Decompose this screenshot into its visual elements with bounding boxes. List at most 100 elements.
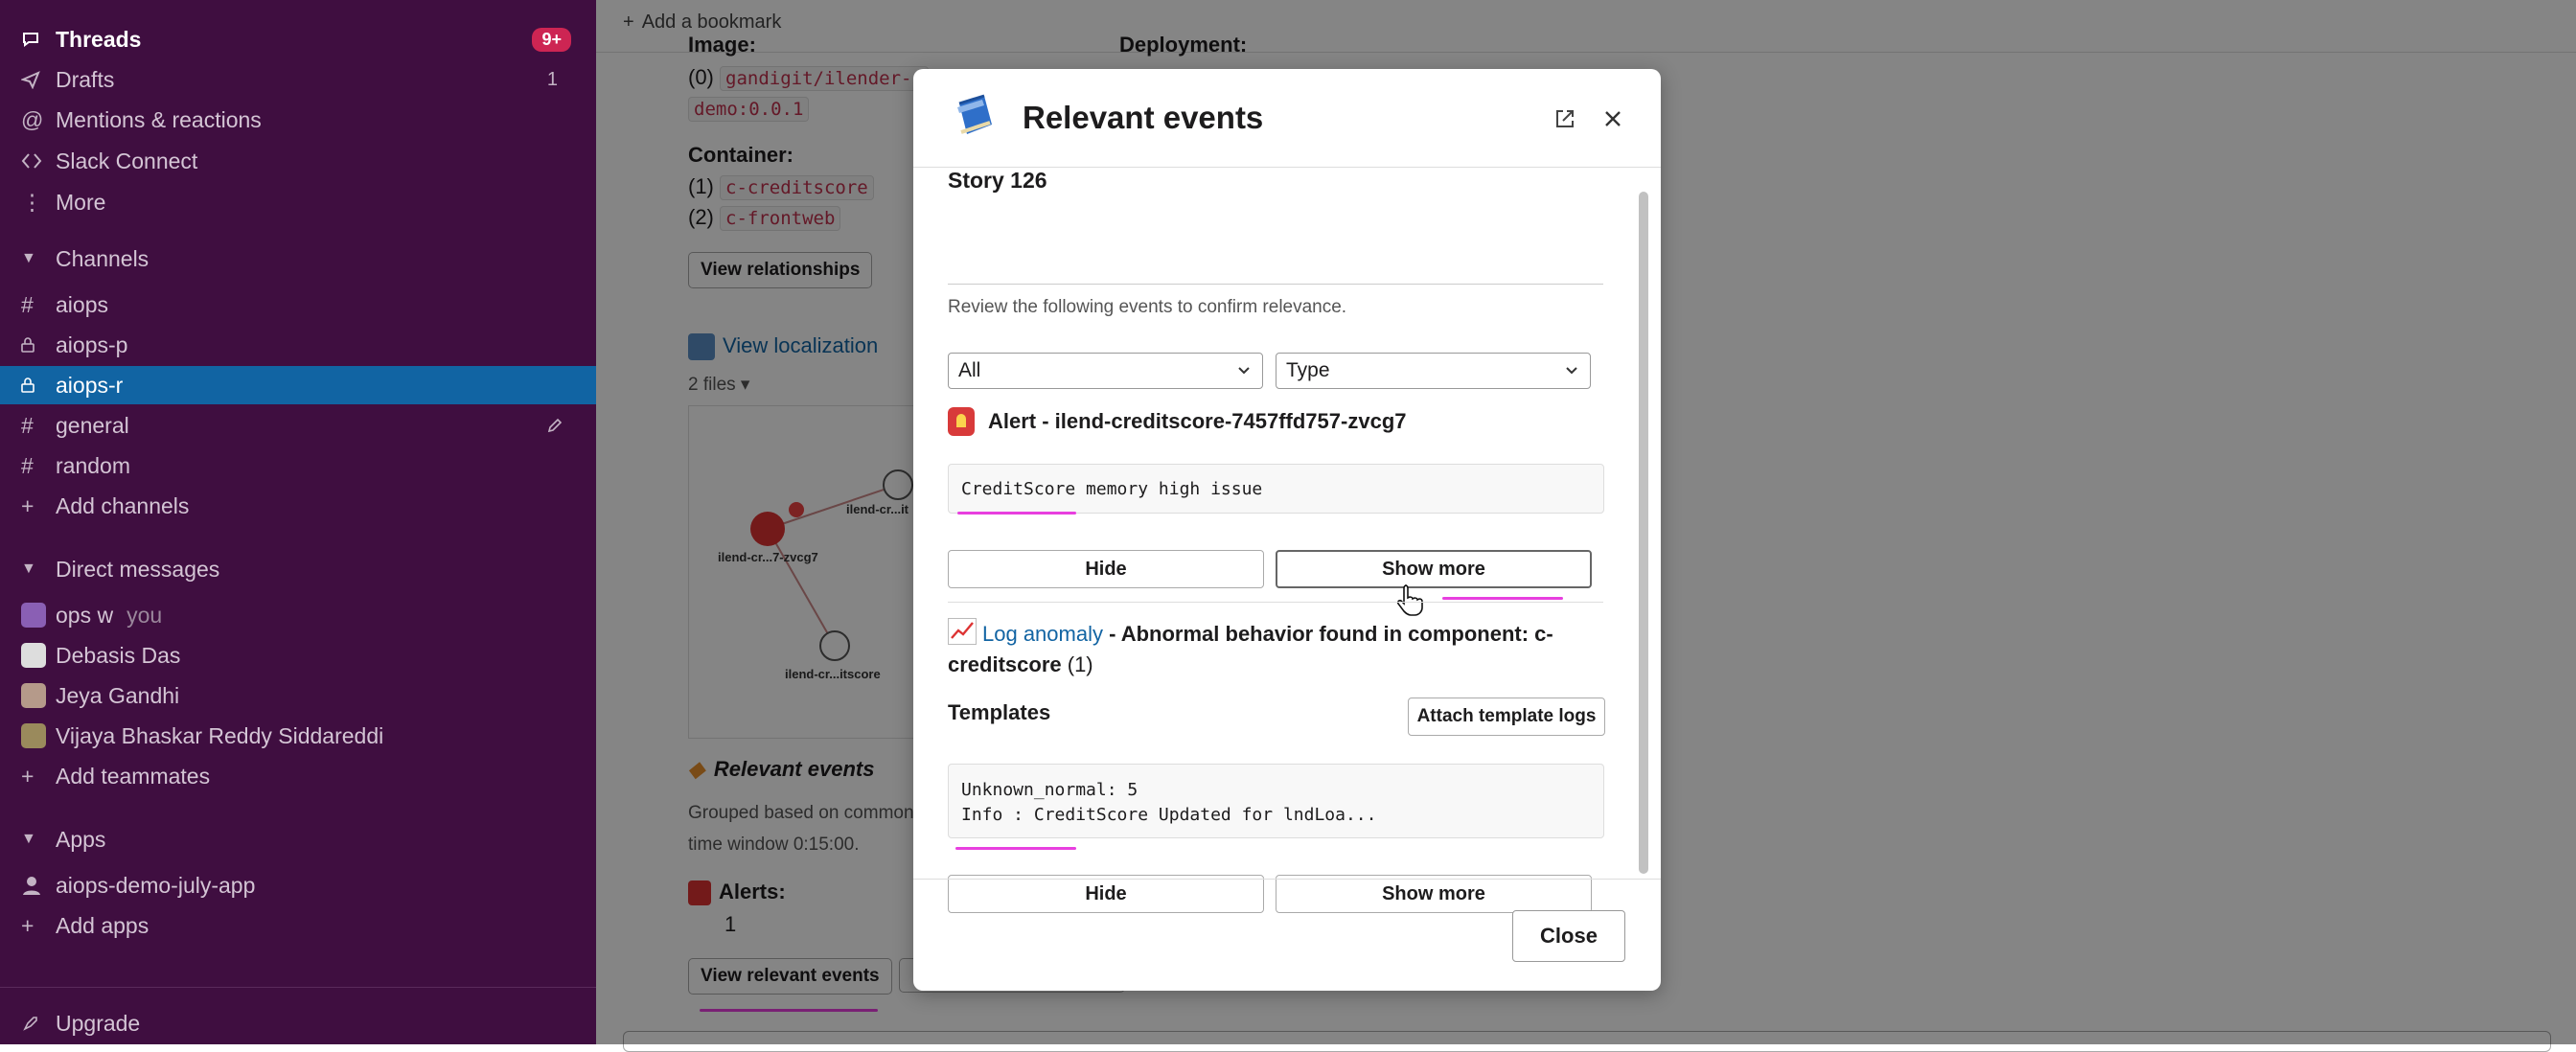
divider xyxy=(948,284,1603,285)
avatar xyxy=(21,723,46,748)
divider xyxy=(596,52,2576,53)
avatar xyxy=(21,603,46,628)
heading-label: Relevant events xyxy=(713,757,875,781)
chevron-down-icon xyxy=(1566,367,1577,375)
add-channels-button[interactable]: + Add channels xyxy=(0,487,596,525)
app-item-aiops-demo[interactable]: aiops-demo-july-app xyxy=(0,866,596,904)
container-line-1: (1) c-creditscore xyxy=(688,174,874,200)
grouped-text: time window 0:15:00. xyxy=(688,835,860,855)
graph-node[interactable] xyxy=(883,469,913,500)
dm-item-ops-w[interactable]: ops w you xyxy=(0,596,596,634)
add-bookmark-button[interactable]: + Add a bookmark xyxy=(623,11,781,34)
graph-node[interactable] xyxy=(750,512,785,546)
app-label: aiops-demo-july-app xyxy=(56,872,256,898)
alert-hide-button[interactable]: Hide xyxy=(948,550,1264,588)
view-relevant-events-button[interactable]: View relevant events xyxy=(688,958,892,995)
index-label: (2) xyxy=(688,205,714,229)
add-channels-label: Add channels xyxy=(56,492,190,518)
diamond-icon: ◆ xyxy=(688,757,704,781)
dm-item-jeya[interactable]: Jeya Gandhi xyxy=(0,676,596,715)
paper-plane-icon xyxy=(21,70,56,89)
highlight-underline xyxy=(700,1009,878,1012)
hash-icon: # xyxy=(21,291,34,317)
channel-label: random xyxy=(56,452,130,478)
add-teammates-button[interactable]: + Add teammates xyxy=(0,757,596,795)
container-label: Container: xyxy=(688,143,794,167)
chevron-down-icon xyxy=(1238,367,1250,375)
graph-node[interactable] xyxy=(819,630,850,661)
drafts-count: 1 xyxy=(546,68,558,90)
sidebar-item-more[interactable]: ⋮ More xyxy=(0,183,596,221)
close-button[interactable]: Close xyxy=(1512,910,1625,962)
template-line: Info : CreditScore Updated for lndLoa... xyxy=(961,805,1377,825)
sidebar-item-channel-aiops-r[interactable]: aiops-r xyxy=(0,366,596,404)
scrollbar-thumb[interactable] xyxy=(1639,192,1648,874)
alert-show-more-button[interactable]: Show more xyxy=(1276,550,1592,588)
index-label: (1) xyxy=(688,174,714,198)
add-teammates-label: Add teammates xyxy=(56,763,211,789)
localization-icon xyxy=(688,333,715,361)
alerts-heading: Alerts: xyxy=(688,880,786,906)
dm-item-vijaya[interactable]: Vijaya Bhaskar Reddy Siddareddi xyxy=(0,717,596,755)
attach-template-logs-button[interactable]: Attach template logs xyxy=(1408,698,1605,736)
dm-item-debasis[interactable]: Debasis Das xyxy=(0,636,596,675)
image-line-2: demo:0.0.1 xyxy=(688,96,810,122)
lock-icon xyxy=(21,377,56,393)
add-apps-label: Add apps xyxy=(56,912,150,938)
log-hide-button[interactable]: Hide xyxy=(948,875,1264,913)
apps-section-header[interactable]: ▼ Apps xyxy=(0,820,596,858)
view-localization-link[interactable]: View localization xyxy=(688,333,878,361)
view-relationships-button[interactable]: View relationships xyxy=(688,252,873,288)
sidebar-item-label: Mentions & reactions xyxy=(56,106,262,132)
bookmark-label: Add a bookmark xyxy=(641,11,782,33)
channel-label: aiops-p xyxy=(56,332,128,357)
hash-icon: # xyxy=(21,412,34,438)
threads-icon xyxy=(21,30,56,49)
sidebar-item-threads[interactable]: Threads 9+ xyxy=(0,20,596,58)
section-label: Channels xyxy=(56,245,150,271)
deployment-label: Deployment: xyxy=(1119,33,1248,57)
alert-message-box: CreditScore memory high issue xyxy=(948,464,1604,514)
select-value: All xyxy=(958,359,981,381)
story-label: Story 126 xyxy=(948,168,1047,193)
dm-label: Vijaya Bhaskar Reddy Siddareddi xyxy=(56,722,384,748)
sidebar-item-channel-general[interactable]: # general xyxy=(0,406,596,445)
sidebar-item-channel-random[interactable]: # random xyxy=(0,446,596,485)
modal-header: Relevant events xyxy=(913,69,1661,168)
log-anomaly-heading: Log anomaly - Abnormal behavior found in… xyxy=(948,618,1571,680)
filter-all-select[interactable]: All xyxy=(948,353,1263,389)
alerts-label: Alerts: xyxy=(719,880,786,903)
dm-section-header[interactable]: ▼ Direct messages xyxy=(0,550,596,588)
highlight-underline xyxy=(1442,597,1563,600)
filter-type-select[interactable]: Type xyxy=(1276,353,1591,389)
files-label: 2 files xyxy=(688,375,736,395)
dm-label: ops w xyxy=(56,602,114,628)
log-show-more-button[interactable]: Show more xyxy=(1276,875,1592,913)
sidebar-item-drafts[interactable]: Drafts 1 xyxy=(0,60,596,99)
container-code: c-frontweb xyxy=(720,206,841,231)
upgrade-button[interactable]: Upgrade xyxy=(0,1004,596,1042)
channel-label: aiops-r xyxy=(56,372,124,398)
section-label: Direct messages xyxy=(56,556,220,582)
files-toggle[interactable]: 2 files ▾ xyxy=(688,374,749,396)
sidebar-item-channel-aiops[interactable]: # aiops xyxy=(0,286,596,324)
log-anomaly-link[interactable]: Log anomaly xyxy=(982,622,1103,646)
modal-body[interactable]: Story 126 Review the following events to… xyxy=(913,168,1661,948)
relevant-events-heading: ◆ Relevant events xyxy=(688,757,874,782)
message-composer[interactable] xyxy=(623,1031,2551,1052)
pencil-icon[interactable] xyxy=(546,414,564,440)
sidebar-item-channel-aiops-p[interactable]: aiops-p xyxy=(0,326,596,364)
sidebar-item-label: Drafts xyxy=(56,66,115,92)
sidebar-item-mentions[interactable]: @ Mentions & reactions xyxy=(0,101,596,139)
add-apps-button[interactable]: + Add apps xyxy=(0,906,596,945)
index-label: (0) xyxy=(688,65,714,89)
more-vertical-icon: ⋮ xyxy=(21,189,43,215)
image-code: demo:0.0.1 xyxy=(688,97,810,122)
alerts-count: 1 xyxy=(724,912,737,936)
channels-section-header[interactable]: ▼ Channels xyxy=(0,240,596,278)
open-external-button[interactable] xyxy=(1548,102,1582,136)
close-icon-button[interactable] xyxy=(1596,102,1630,136)
sidebar-item-slack-connect[interactable]: Slack Connect xyxy=(0,142,596,180)
unread-badge: 9+ xyxy=(532,27,571,52)
divider xyxy=(913,879,1661,880)
